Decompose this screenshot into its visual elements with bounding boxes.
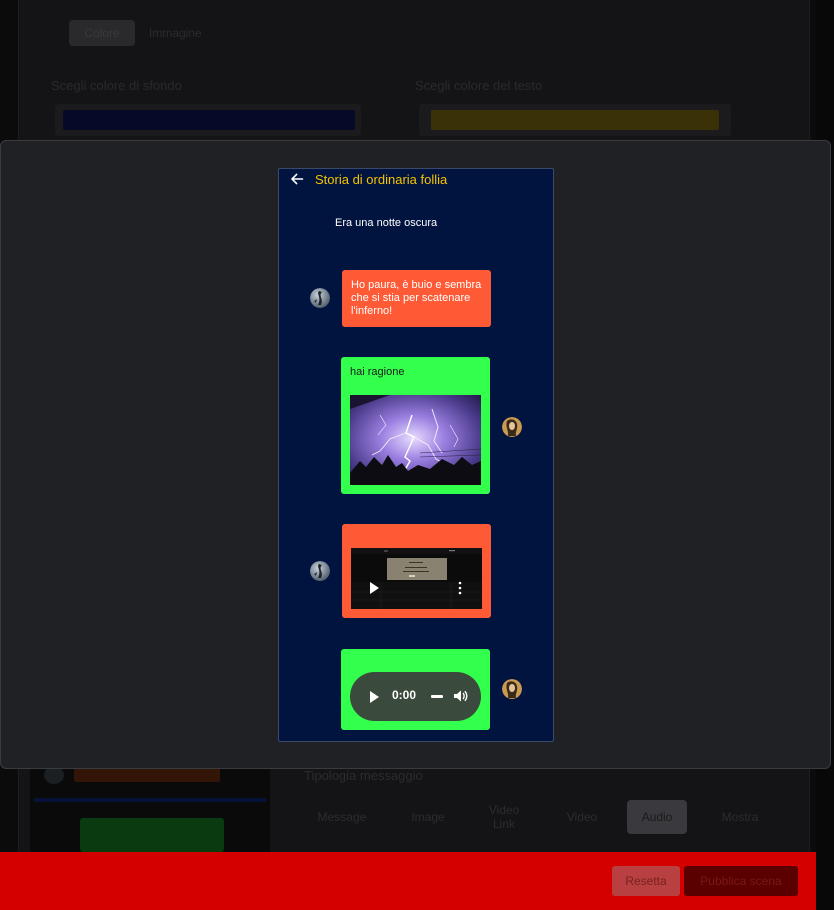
- reset-button[interactable]: Resetta: [612, 866, 680, 896]
- publish-button[interactable]: Pubblica scena: [684, 866, 798, 896]
- message-text: Ho paura, è buio e sembra che si stia pe…: [351, 279, 482, 317]
- type-image-button[interactable]: Image: [392, 800, 464, 834]
- preview-bubble: [80, 818, 224, 852]
- settings-panel: Colore Immagine Scegli colore di sfondo …: [18, 0, 810, 140]
- video-player[interactable]: [351, 548, 482, 609]
- lightning-photo[interactable]: [350, 395, 482, 485]
- tab-immagine[interactable]: Immagine: [139, 20, 212, 46]
- preview-modal: Storia di ordinaria follia Era una notte…: [0, 140, 831, 769]
- audio-time: 0:00: [392, 688, 417, 702]
- message-text: hai ragione: [350, 366, 405, 378]
- text-color-label: Scegli colore del testo: [415, 78, 543, 93]
- type-mostra-button[interactable]: Mostra: [704, 800, 776, 834]
- avatar: [502, 417, 522, 437]
- play-icon[interactable]: [369, 690, 379, 708]
- chat-title: Storia di ordinaria follia: [315, 172, 448, 187]
- bottom-action-bar: Resetta Pubblica scena: [0, 852, 834, 910]
- preview-divider: [34, 798, 266, 802]
- message-bubble: hai ragione: [341, 357, 490, 494]
- bg-color-label: Scegli colore di sfondo: [51, 78, 182, 93]
- type-video-button[interactable]: Video: [546, 800, 618, 834]
- type-video-link-button[interactable]: Video Link: [478, 800, 530, 834]
- volume-icon[interactable]: [452, 688, 468, 709]
- type-audio-button[interactable]: Audio: [627, 800, 687, 834]
- avatar: [310, 561, 330, 581]
- avatar: [310, 288, 330, 308]
- message-bubble: [342, 524, 491, 618]
- message-bubble: Ho paura, è buio e sembra che si stia pe…: [342, 270, 491, 327]
- avatar: [502, 679, 522, 699]
- audio-player[interactable]: 0:00: [350, 672, 481, 721]
- back-arrow-icon[interactable]: [289, 171, 305, 187]
- progress-slider[interactable]: [431, 695, 443, 698]
- types-heading: Tipologia messaggio: [304, 768, 423, 783]
- tab-colore[interactable]: Colore: [69, 20, 135, 46]
- type-message-button[interactable]: Message: [306, 800, 378, 834]
- preview-bubble: [74, 768, 220, 782]
- text-color-swatch: [431, 110, 719, 130]
- message-bubble: 0:00: [341, 649, 490, 730]
- chat-subtitle: Era una notte oscura: [335, 217, 438, 229]
- chat-header: Storia di ordinaria follia: [279, 169, 553, 191]
- chat-preview: Storia di ordinaria follia Era una notte…: [278, 168, 554, 742]
- bg-color-swatch: [63, 110, 355, 130]
